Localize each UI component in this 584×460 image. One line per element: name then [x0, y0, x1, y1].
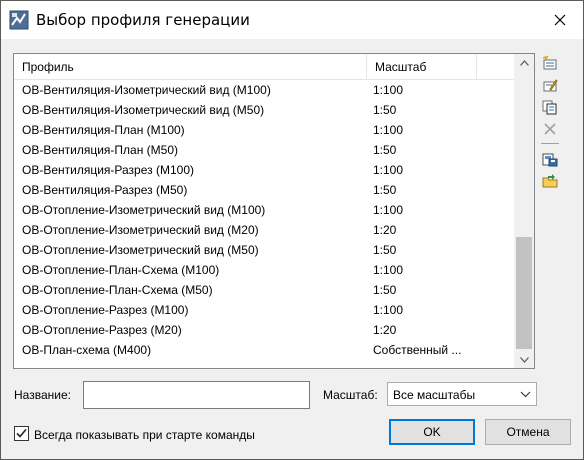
close-button[interactable] [537, 1, 583, 39]
edit-profile-icon [543, 79, 558, 92]
list-item[interactable]: ОВ-Отопление-Изометрический вид (М50) 1:5… [14, 240, 514, 260]
list-header: Профиль Масштаб [14, 54, 514, 80]
delete-profile-icon [544, 123, 556, 135]
delete-profile-button[interactable] [539, 119, 561, 139]
export-profile-button[interactable] [539, 149, 561, 169]
app-icon [9, 10, 29, 30]
profile-name-cell: ОВ-Отопление-Изометрический вид (М20) [22, 223, 259, 237]
column-header-profile[interactable]: Профиль [14, 54, 367, 80]
edit-profile-button[interactable] [539, 75, 561, 95]
scroll-thumb[interactable] [516, 237, 532, 349]
profile-scale-cell: 1:50 [373, 103, 397, 117]
list-rows: ОВ-Вентиляция-Изометрический вид (М100) 1… [14, 80, 514, 360]
profile-scale-cell: 1:100 [373, 163, 404, 177]
list-item[interactable]: ОВ-План-схема (М400) Собственный ... [14, 340, 514, 360]
list-item[interactable]: ОВ-Отопление-План-Схема (М50) 1:50 [14, 280, 514, 300]
title-bar[interactable]: Выбор профиля генерации [1, 1, 583, 39]
profile-name-cell: ОВ-План-схема (М400) [22, 343, 152, 357]
list-item[interactable]: ОВ-Вентиляция-Изометрический вид (М100) 1… [14, 80, 514, 100]
new-profile-button[interactable] [539, 53, 561, 73]
profile-scale-cell: 1:50 [373, 283, 397, 297]
close-icon [554, 14, 566, 26]
profile-name-cell: ОВ-Вентиляция-План (М100) [22, 123, 185, 137]
profile-scale-cell: 1:100 [373, 303, 404, 317]
profile-scale-cell: Собственный ... [373, 343, 462, 357]
list-item[interactable]: ОВ-Отопление-Разрез (М100) 1:100 [14, 300, 514, 320]
profile-scale-cell: 1:50 [373, 143, 397, 157]
scale-select-value: Все масштабы [393, 388, 476, 402]
always-show-checkbox[interactable] [14, 426, 29, 441]
copy-profile-button[interactable] [539, 97, 561, 117]
checkmark-icon [16, 428, 27, 438]
profile-scale-cell: 1:100 [373, 263, 404, 277]
copy-profile-icon [542, 100, 557, 115]
list-item[interactable]: ОВ-Вентиляция-План (М50) 1:50 [14, 140, 514, 160]
profile-scale-cell: 1:20 [373, 323, 397, 337]
profile-scale-cell: 1:100 [373, 123, 404, 137]
list-item[interactable]: ОВ-Вентиляция-План (М100) 1:100 [14, 120, 514, 140]
import-profile-icon [542, 174, 558, 188]
list-item[interactable]: ОВ-Отопление-Изометрический вид (М100) 1:… [14, 200, 514, 220]
scroll-down-button[interactable] [514, 351, 534, 368]
always-show-label[interactable]: Всегда показывать при старте команды [34, 428, 255, 442]
list-item[interactable]: ОВ-Вентиляция-Разрез (М50) 1:50 [14, 180, 514, 200]
profile-scale-cell: 1:20 [373, 223, 397, 237]
list-item[interactable]: ОВ-Отопление-Изометрический вид (М20) 1:2… [14, 220, 514, 240]
profile-list[interactable]: Профиль Масштаб ОВ-Вентиляция-Изометриче… [13, 53, 535, 369]
cancel-button[interactable]: Отмена [485, 419, 571, 445]
profile-name-cell: ОВ-Отопление-План-Схема (М50) [22, 283, 213, 297]
window-title: Выбор профиля генерации [36, 11, 250, 29]
profile-name-cell: ОВ-Отопление-План-Схема (М100) [22, 263, 220, 277]
scale-select[interactable]: Все масштабы [387, 382, 537, 406]
column-header-empty [477, 54, 514, 80]
profile-name-cell: ОВ-Вентиляция-План (М50) [22, 143, 179, 157]
profile-name-cell: ОВ-Вентиляция-Разрез (М50) [22, 183, 188, 197]
profile-name-cell: ОВ-Отопление-Разрез (М100) [22, 303, 189, 317]
chevron-down-icon [520, 391, 531, 398]
scale-label: Масштаб: [323, 388, 378, 402]
profile-name-cell: ОВ-Отопление-Разрез (М20) [22, 323, 182, 337]
list-item[interactable]: ОВ-Вентиляция-Изометрический вид (М50) 1:… [14, 100, 514, 120]
name-label: Название: [14, 388, 71, 402]
vertical-scrollbar[interactable] [514, 54, 534, 368]
profile-scale-cell: 1:100 [373, 203, 404, 217]
list-item[interactable]: ОВ-Отопление-Разрез (М20) 1:20 [14, 320, 514, 340]
profile-name-cell: ОВ-Вентиляция-Изометрический вид (М50) [22, 103, 265, 117]
ok-button[interactable]: OK [389, 419, 475, 445]
export-profile-icon [542, 153, 558, 167]
profile-name-cell: ОВ-Отопление-Изометрический вид (М50) [22, 243, 259, 257]
list-item[interactable]: ОВ-Вентиляция-Разрез (М100) 1:100 [14, 160, 514, 180]
chevron-down-icon [519, 356, 529, 363]
new-profile-icon [542, 55, 557, 70]
profile-scale-cell: 1:100 [373, 83, 404, 97]
profile-name-cell: ОВ-Вентиляция-Изометрический вид (М100) [22, 83, 271, 97]
profile-name-cell: ОВ-Вентиляция-Разрез (М100) [22, 163, 194, 177]
profile-scale-cell: 1:50 [373, 183, 397, 197]
scroll-up-button[interactable] [514, 54, 534, 71]
profile-name-cell: ОВ-Отопление-Изометрический вид (М100) [22, 203, 266, 217]
list-item[interactable]: ОВ-Отопление-План-Схема (М100) 1:100 [14, 260, 514, 280]
chevron-up-icon [519, 59, 529, 66]
profile-scale-cell: 1:50 [373, 243, 397, 257]
import-profile-button[interactable] [539, 171, 561, 191]
toolbar-separator [541, 143, 559, 144]
column-header-scale[interactable]: Масштаб [367, 54, 477, 80]
name-input[interactable] [83, 381, 310, 409]
profile-dialog: Выбор профиля генерации Профиль Масштаб … [0, 0, 584, 460]
